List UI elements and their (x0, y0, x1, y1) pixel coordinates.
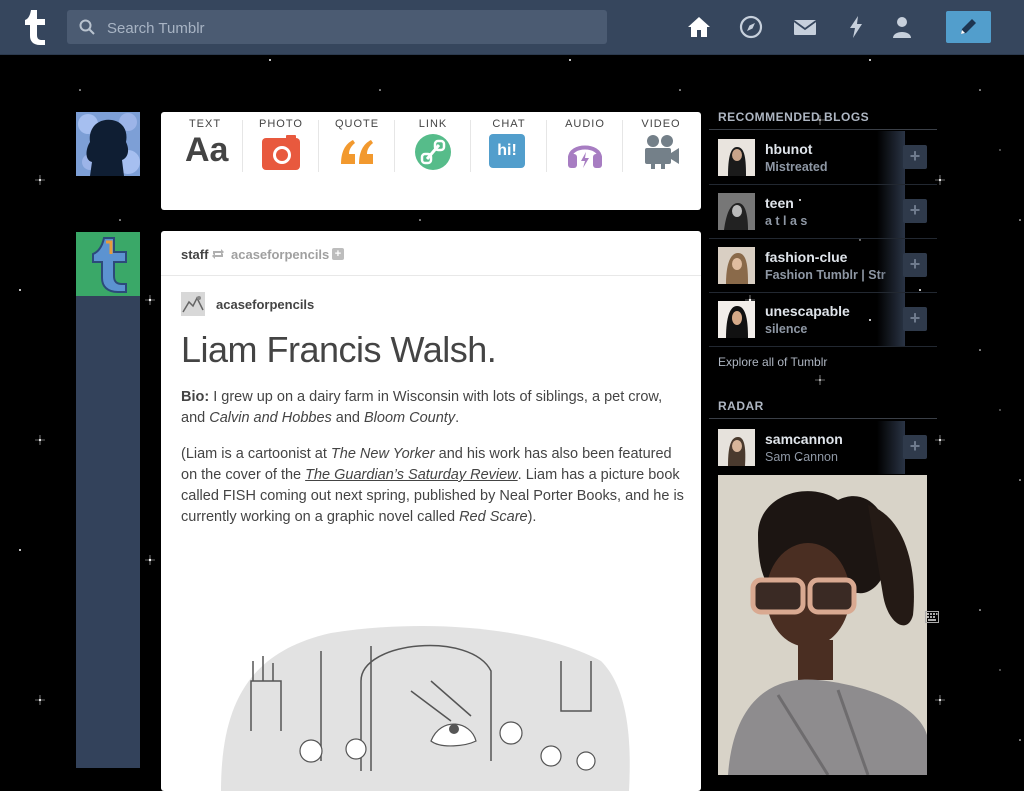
post-type-label: TEXT (188, 118, 222, 130)
post-type-label: QUOTE (334, 118, 380, 130)
post-type-text[interactable]: TEXT Aa (167, 112, 243, 210)
blog-name[interactable]: teen (765, 195, 794, 211)
recommended-blog-item[interactable]: unescapable silence + (709, 293, 937, 347)
description-paragraph: (Liam is a cartoonist at The New Yorker … (181, 444, 686, 528)
radar-heading: RADAR (718, 399, 764, 413)
guardian-link[interactable]: The Guardian’s Saturday Review (305, 467, 518, 483)
activity-icon[interactable] (843, 14, 869, 40)
camera-icon (262, 135, 300, 170)
left-post-rail (76, 232, 140, 768)
blog-avatar[interactable] (718, 139, 755, 176)
pencil-icon (961, 19, 976, 34)
tumblr-logo-icon[interactable] (16, 8, 50, 46)
text-run: (Liam is a cartoonist at (181, 446, 331, 462)
italic-run: Calvin and Hobbes (209, 410, 332, 426)
italic-run: Bloom County (364, 410, 456, 426)
post-type-label: VIDEO (641, 118, 681, 130)
reblogger-username[interactable]: staff (181, 247, 208, 262)
follow-button[interactable]: + (903, 199, 927, 223)
reblog-icon (212, 249, 224, 259)
staff-tumblr-logo-icon (92, 237, 127, 293)
post-type-chat[interactable]: CHAT hi! (471, 112, 547, 210)
blog-name[interactable]: unescapable (765, 303, 850, 319)
link-icon (415, 134, 451, 170)
silhouette-avatar-image (78, 113, 140, 176)
blog-avatar[interactable] (718, 193, 755, 230)
follow-button[interactable]: + (903, 253, 927, 277)
follow-button[interactable]: + (903, 307, 927, 331)
post-type-video[interactable]: VIDEO (623, 112, 699, 210)
post-type-label: AUDIO (565, 118, 605, 130)
blog-row-fade (877, 131, 905, 184)
source-username[interactable]: acaseforpencils (216, 297, 314, 312)
blog-name[interactable]: samcannon (765, 431, 843, 447)
source-avatar[interactable] (181, 292, 205, 316)
follow-button[interactable]: + (903, 145, 927, 169)
quote-icon (341, 140, 373, 164)
blog-avatar[interactable] (718, 301, 755, 338)
chat-icon: hi! (489, 134, 525, 168)
search-box[interactable] (67, 10, 607, 46)
search-icon (79, 19, 95, 35)
search-input[interactable] (105, 10, 589, 46)
recommended-blog-item[interactable]: teen a t l a s + (709, 185, 937, 239)
cartoon-illustration (221, 625, 630, 791)
blog-avatar[interactable] (718, 247, 755, 284)
post-body: Bio: I grew up on a dairy farm in Wiscon… (181, 387, 686, 543)
blog-row-fade (877, 239, 905, 292)
divider (709, 129, 937, 130)
radar-blog-item[interactable]: samcannon Sam Cannon + (709, 421, 937, 474)
post-type-quote[interactable]: QUOTE (319, 112, 395, 210)
explore-icon[interactable] (738, 14, 764, 40)
top-navigation-bar (0, 0, 1024, 55)
blog-avatar[interactable] (718, 429, 755, 466)
recommended-blog-item[interactable]: fashion-clue Fashion Tumblr | Str + (709, 239, 937, 293)
blog-name[interactable]: hbunot (765, 141, 812, 157)
post-type-photo[interactable]: PHOTO (243, 112, 319, 210)
user-avatar[interactable] (76, 112, 140, 176)
follow-button[interactable]: + (903, 435, 927, 459)
keyboard-shortcuts-icon[interactable] (925, 611, 939, 623)
post-type-label: PHOTO (259, 118, 303, 130)
italic-run: Red Scare (459, 509, 528, 525)
post-type-label: CHAT (492, 118, 526, 130)
text-run: ). (527, 509, 537, 525)
post-type-link[interactable]: LINK (395, 112, 471, 210)
post-type-selector: TEXT Aa PHOTO QUOTE LINK CHAT hi! AUDIO … (161, 112, 701, 210)
right-sidebar: RECOMMENDED BLOGS hbunot Mistreated + te… (709, 100, 937, 775)
compose-button[interactable] (946, 11, 991, 43)
post-card: staff acaseforpencils + acaseforpencils … (161, 231, 701, 791)
explore-all-link[interactable]: Explore all of Tumblr (718, 355, 827, 369)
radar-post-photo[interactable] (718, 475, 927, 775)
blog-name[interactable]: fashion-clue (765, 249, 847, 265)
text-icon: Aa (185, 131, 229, 169)
recommended-blogs-heading: RECOMMENDED BLOGS (718, 110, 870, 124)
recommended-blog-item[interactable]: hbunot Mistreated + (709, 131, 937, 185)
home-icon[interactable] (686, 14, 712, 40)
italic-run: The New Yorker (330, 446, 435, 462)
post-type-label: LINK (418, 118, 448, 130)
bio-paragraph: Bio: I grew up on a dairy farm in Wiscon… (181, 387, 686, 429)
blog-row-fade (877, 421, 905, 474)
reblogged-from-username[interactable]: acaseforpencils (231, 247, 329, 262)
staff-avatar[interactable] (76, 232, 140, 296)
account-icon[interactable] (889, 14, 915, 40)
text-run: . (455, 410, 460, 426)
post-type-audio[interactable]: AUDIO (547, 112, 623, 210)
video-camera-icon (645, 135, 679, 169)
follow-plus-icon[interactable]: + (332, 248, 344, 260)
post-header: staff acaseforpencils + (161, 231, 701, 276)
mail-icon[interactable] (792, 14, 818, 40)
post-title: Liam Francis Walsh. (181, 329, 497, 370)
bio-label: Bio: (181, 389, 210, 405)
blog-row-fade (877, 293, 905, 346)
blog-row-fade (877, 185, 905, 238)
headphones-icon (568, 145, 602, 168)
text-run: and (331, 410, 365, 426)
divider (709, 418, 937, 419)
